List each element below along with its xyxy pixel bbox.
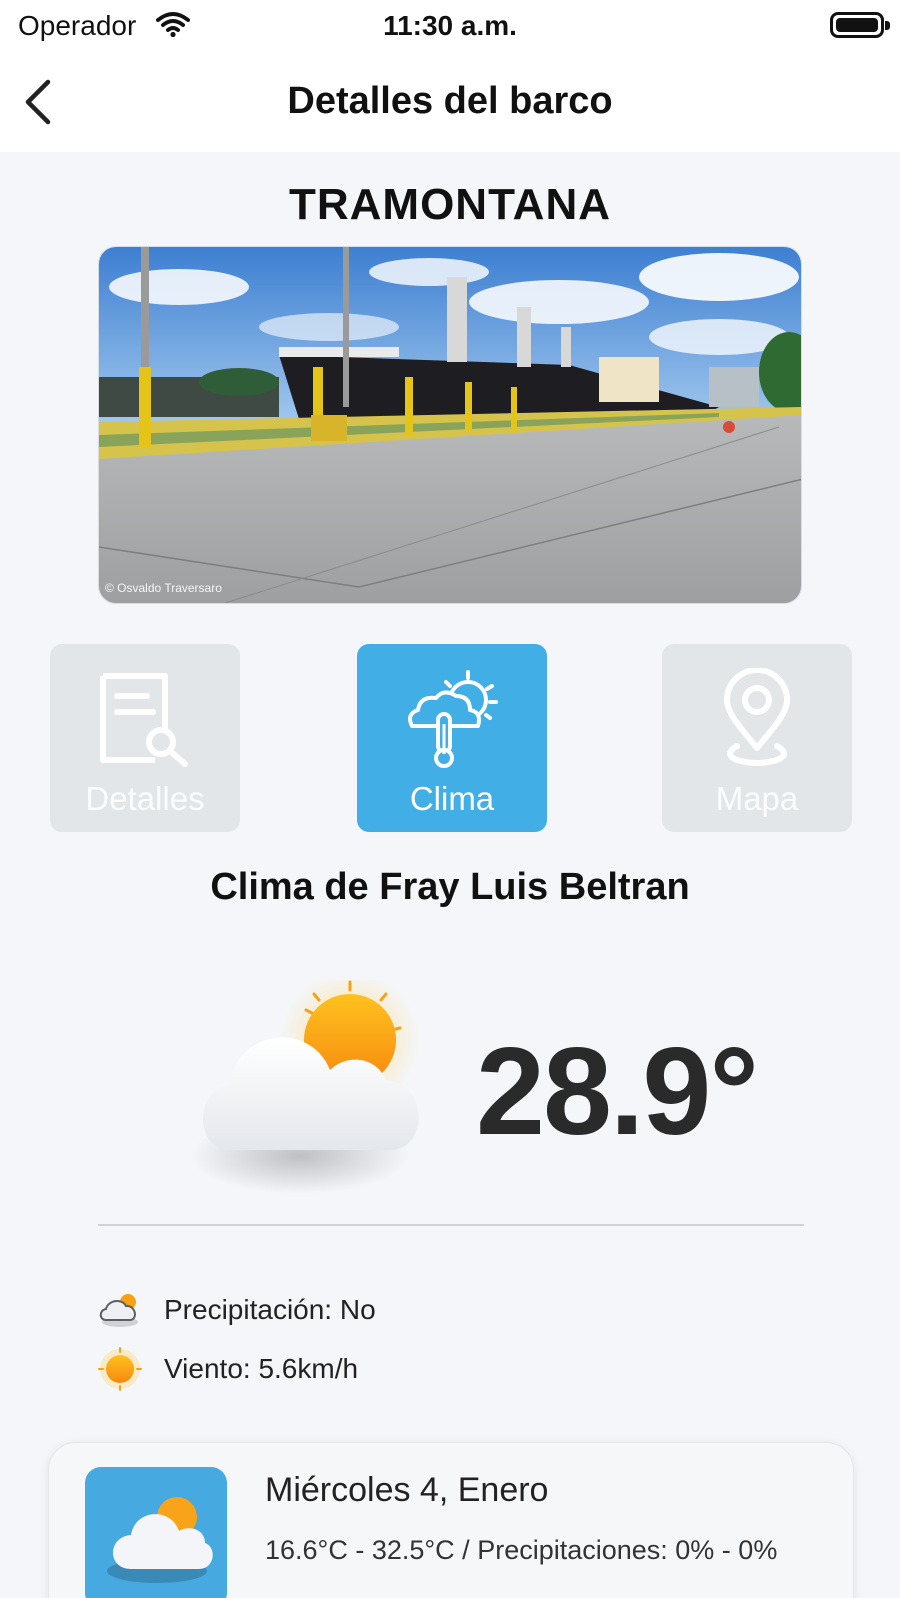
weather-title: Clima de Fray Luis Beltran [210, 866, 690, 908]
ship-name: TRAMONTANA [288, 180, 612, 229]
current-temperature: 28.9° [476, 1023, 759, 1161]
tab-detalles[interactable]: Detalles [50, 644, 240, 832]
divider [98, 1224, 804, 1226]
tab-label: Clima [409, 780, 495, 817]
clock: 11:30 a.m. [383, 10, 517, 41]
precipitation-label: Precipitación: No [164, 1294, 376, 1325]
partly-cloudy-icon [190, 980, 420, 1194]
back-button[interactable] [14, 74, 72, 132]
tab-label: Mapa [715, 780, 799, 817]
forecast-detail: 16.6°C - 32.5°C / Precipitaciones: 0% - … [265, 1535, 778, 1565]
ship-photo: © Osvaldo Traversaro [98, 246, 802, 604]
sun-icon [98, 1347, 142, 1391]
document-search-icon [100, 673, 188, 767]
cloud-moon-icon [99, 1294, 138, 1327]
partly-cloudy-icon [107, 1497, 213, 1583]
status-bar: Operador 11:30 a.m. [0, 0, 900, 52]
nav-bar: Detalles del barco [0, 52, 900, 152]
wind-label: Viento: 5.6km/h [164, 1353, 359, 1384]
forecast-day: Miércoles 4, Enero [265, 1471, 549, 1509]
page-title: Detalles del barco [287, 80, 613, 122]
tab-label: Detalles [85, 780, 205, 817]
forecast-card[interactable]: Miércoles 4, Enero 16.6°C - 32.5°C / Pre… [48, 1442, 854, 1598]
weather-thermometer-icon [408, 670, 498, 768]
battery-icon [830, 12, 890, 38]
chevron-left-icon [25, 79, 51, 125]
photo-credit: © Osvaldo Traversaro [105, 581, 222, 595]
map-pin-icon [724, 668, 790, 766]
forecast-weather-icon [85, 1467, 227, 1598]
tab-mapa[interactable]: Mapa [662, 644, 852, 832]
tab-clima[interactable]: Clima [357, 644, 547, 832]
